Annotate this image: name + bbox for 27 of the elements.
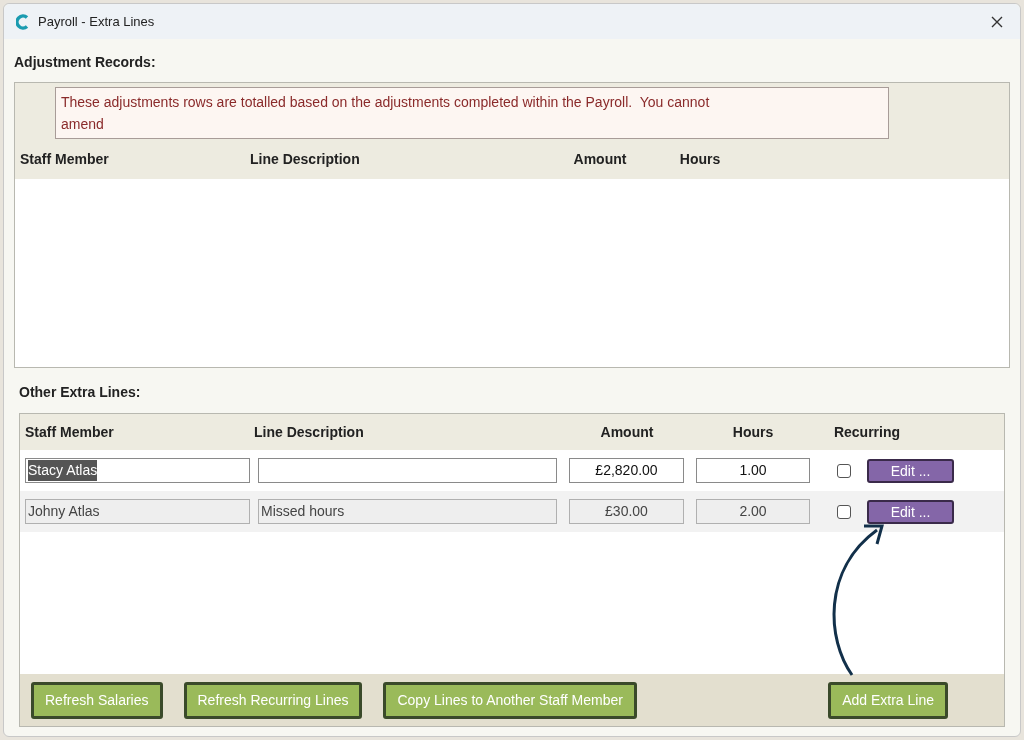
edit-button[interactable]: Edit ...: [867, 458, 954, 483]
column-header: Staff Member: [25, 423, 114, 440]
section-heading: Other Extra Lines:: [19, 383, 142, 402]
app-logo-icon: [16, 13, 30, 30]
column-header: Amount: [573, 150, 627, 167]
staff-member-field[interactable]: Johny Atlas: [25, 499, 250, 524]
line-description-field[interactable]: [258, 458, 557, 483]
edit-button[interactable]: Edit ...: [867, 499, 954, 524]
section-heading: Adjustment Records:: [14, 53, 157, 72]
recurring-checkbox[interactable]: [837, 504, 851, 519]
amount-field[interactable]: £30.00: [569, 499, 684, 524]
window-title: Payroll - Extra Lines: [38, 12, 155, 31]
hours-field[interactable]: 1.00: [696, 458, 810, 483]
column-header: Recurring: [833, 423, 901, 440]
column-header: Amount: [600, 423, 654, 440]
recurring-checkbox[interactable]: [837, 463, 851, 478]
close-icon[interactable]: [990, 14, 1004, 29]
column-header: Hours: [679, 150, 721, 167]
notice-text: These adjustments rows are totalled based on the adjustments completed within the Payroll. You cannot amend: [61, 93, 711, 134]
hours-field[interactable]: 2.00: [696, 499, 810, 524]
staff-member-field[interactable]: Stacy Atlas: [25, 458, 250, 483]
column-header: Line Description: [254, 423, 364, 440]
line-description-field[interactable]: Missed hours: [258, 499, 557, 524]
column-header: Line Description: [250, 150, 360, 167]
amount-field[interactable]: £2,820.00: [569, 458, 684, 483]
column-header: Staff Member: [20, 150, 109, 167]
column-header: Hours: [732, 423, 774, 440]
